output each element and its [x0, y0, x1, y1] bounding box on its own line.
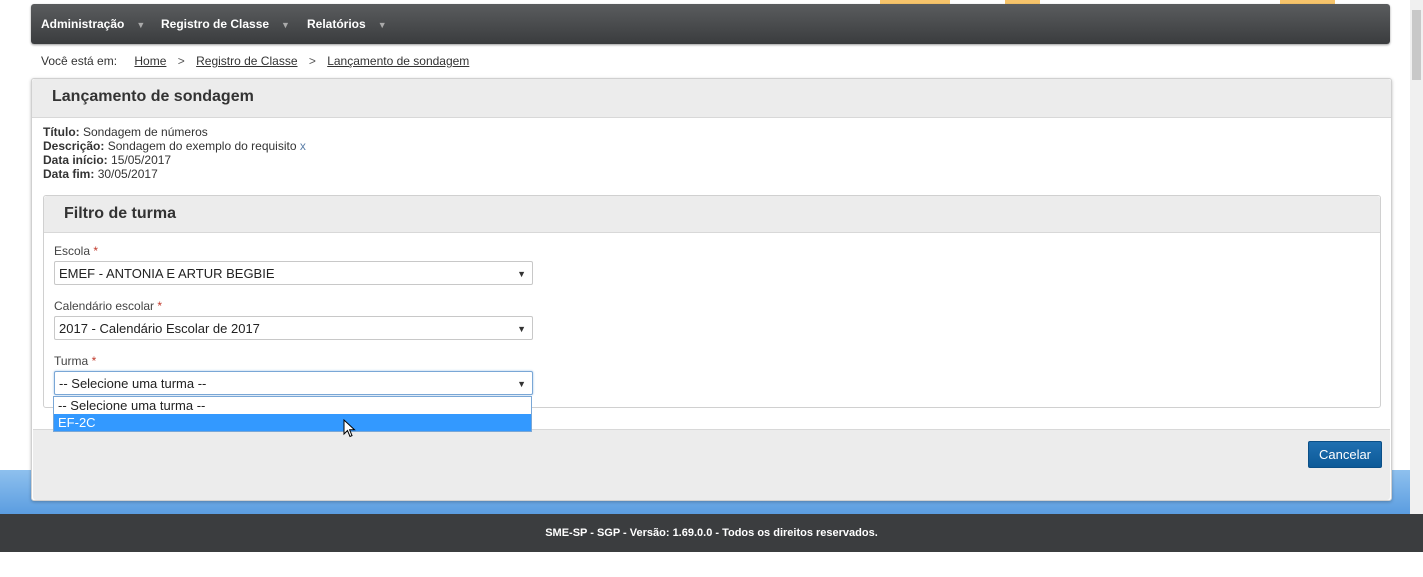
turma-select[interactable]: -- Selecione uma turma -- ▼ — [54, 371, 533, 395]
turma-option[interactable]: -- Selecione uma turma -- — [54, 397, 531, 414]
filter-section: Filtro de turma Escola * EMEF - ANTONIA … — [43, 195, 1381, 408]
info-descricao-value: Sondagem do exemplo do requisito — [107, 139, 297, 153]
info-titulo-value: Sondagem de números — [83, 125, 208, 139]
nav-item-label: Registro de Classe — [161, 17, 270, 31]
breadcrumb-registro-de-classe[interactable]: Registro de Classe — [196, 54, 297, 68]
nav-item-relatorios[interactable]: Relatórios ▼ — [307, 4, 387, 44]
escola-select-value: EMEF - ANTONIA E ARTUR BEGBIE — [59, 266, 275, 281]
info-descricao-label: Descrição: — [43, 139, 105, 153]
scrollbar[interactable] — [1410, 0, 1423, 514]
calendario-select[interactable]: 2017 - Calendário Escolar de 2017 ▼ — [54, 316, 533, 340]
scrollbar-thumb[interactable] — [1412, 10, 1421, 80]
turma-label: Turma * — [54, 354, 96, 368]
required-mark: * — [157, 299, 163, 313]
breadcrumb-current[interactable]: Lançamento de sondagem — [327, 54, 469, 68]
turma-label-text: Turma — [54, 354, 89, 368]
main-panel: Lançamento de sondagem Título: Sondagem … — [31, 78, 1392, 501]
escola-label: Escola * — [54, 244, 98, 258]
filter-header: Filtro de turma — [44, 196, 1380, 233]
sondagem-info: Título: Sondagem de números Descrição: S… — [43, 125, 306, 181]
escola-select[interactable]: EMEF - ANTONIA E ARTUR BEGBIE ▼ — [54, 261, 533, 285]
info-fim-label: Data fim: — [43, 167, 95, 181]
chevron-down-icon: ▼ — [517, 269, 526, 279]
info-fim-value: 30/05/2017 — [97, 167, 158, 181]
calendario-select-value: 2017 - Calendário Escolar de 2017 — [59, 321, 260, 336]
breadcrumb-prefix: Você está em: — [41, 54, 118, 68]
info-titulo-label: Título: — [43, 125, 80, 139]
breadcrumb-separator: > — [308, 54, 316, 68]
panel-header: Lançamento de sondagem — [32, 79, 1391, 118]
turma-dropdown-list: -- Selecione uma turma -- EF-2C — [53, 396, 532, 432]
chevron-down-icon: ▼ — [136, 20, 146, 30]
nav-item-registro-de-classe[interactable]: Registro de Classe ▼ — [161, 4, 290, 44]
calendario-label: Calendário escolar * — [54, 299, 162, 313]
main-navbar: Administração ▼ Registro de Classe ▼ Relat… — [31, 4, 1390, 44]
nav-item-administracao[interactable]: Administração ▼ — [41, 4, 145, 44]
mouse-pointer-icon — [343, 419, 356, 438]
cancel-button[interactable]: Cancelar — [1308, 441, 1382, 468]
page-title: Lançamento de sondagem — [52, 88, 254, 105]
chevron-down-icon: ▼ — [517, 324, 526, 334]
nav-item-label: Administração — [41, 17, 125, 31]
info-inicio-value: 15/05/2017 — [111, 153, 172, 167]
info-inicio-label: Data início: — [43, 153, 108, 167]
turma-select-value: -- Selecione uma turma -- — [59, 376, 207, 391]
breadcrumb: Você está em: Home > Registro de Classe … — [41, 54, 469, 68]
required-mark: * — [93, 244, 99, 258]
site-footer: SME-SP - SGP - Versão: 1.69.0.0 - Todos … — [0, 514, 1423, 552]
escola-label-text: Escola — [54, 244, 91, 258]
chevron-down-icon: ▼ — [517, 379, 526, 389]
turma-option-highlighted[interactable]: EF-2C — [54, 414, 531, 431]
chevron-down-icon: ▼ — [281, 20, 290, 30]
info-descricao-extra: x — [299, 139, 306, 153]
calendario-label-text: Calendário escolar — [54, 299, 155, 313]
chevron-down-icon: ▼ — [377, 20, 387, 30]
filter-title: Filtro de turma — [64, 205, 177, 222]
actions-bar: Cancelar — [33, 429, 1390, 500]
breadcrumb-separator: > — [177, 54, 185, 68]
nav-item-label: Relatórios — [307, 17, 366, 31]
breadcrumb-home[interactable]: Home — [134, 54, 166, 68]
required-mark: * — [91, 354, 97, 368]
